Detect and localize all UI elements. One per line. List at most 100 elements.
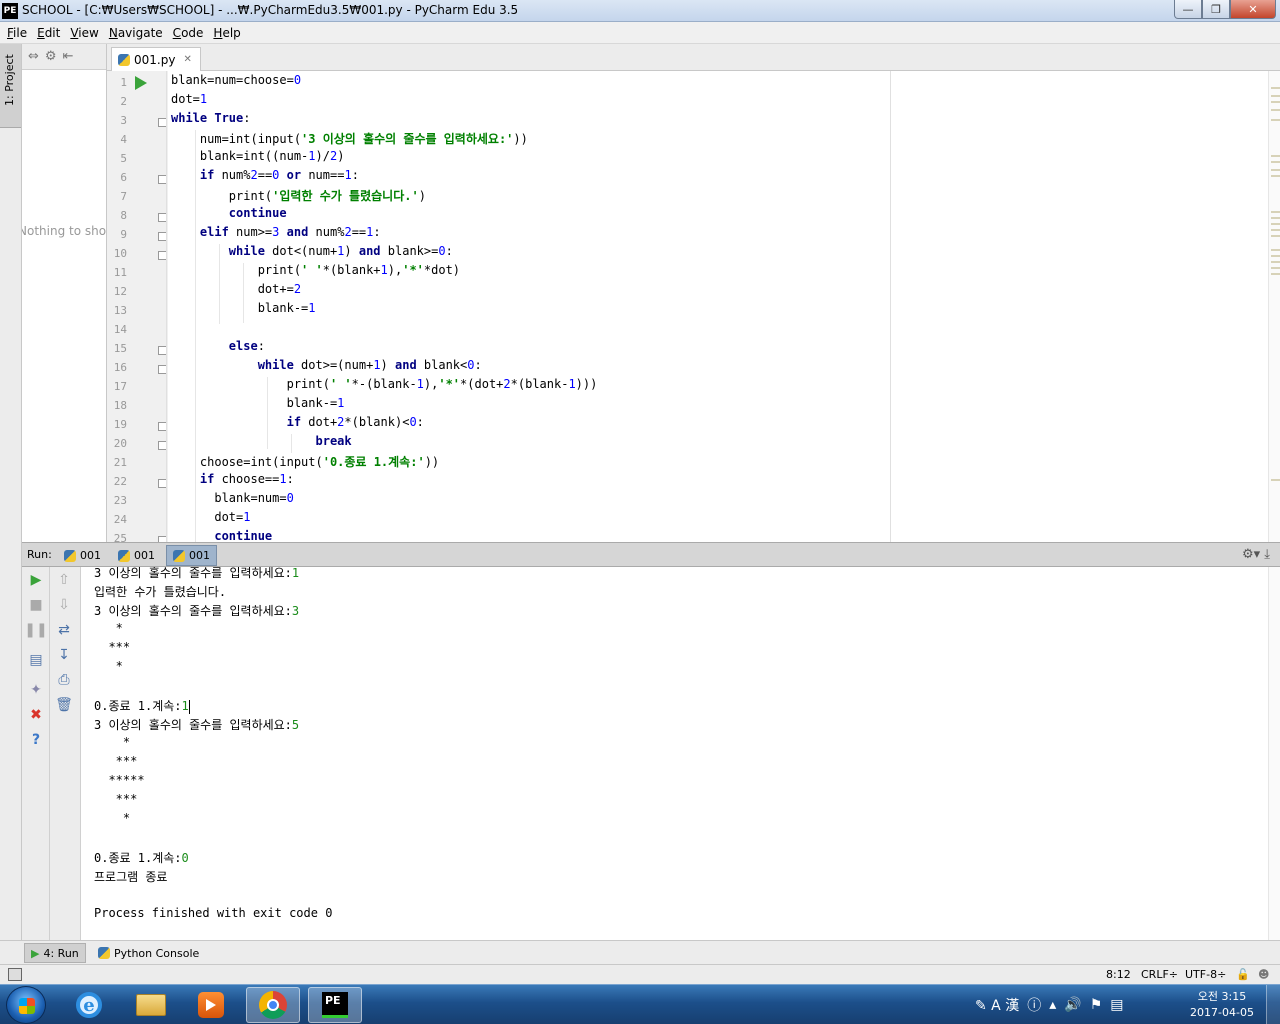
layout-icon[interactable]: ▤ — [27, 651, 45, 669]
gear-icon[interactable]: ⚙ — [45, 49, 57, 64]
menu-help[interactable]: Help — [208, 26, 245, 40]
line-number: 11 — [113, 266, 127, 279]
line-separator[interactable]: CRLF÷ — [1141, 968, 1178, 981]
volume-icon[interactable]: 🔊 — [1064, 997, 1081, 1013]
stripe-mark[interactable] — [1271, 223, 1280, 225]
close-run-icon[interactable]: ✖ — [27, 706, 45, 724]
run-settings-icon[interactable]: ⚙▾ ⤓ — [1242, 547, 1270, 562]
stripe-mark[interactable] — [1271, 479, 1280, 481]
editor-error-stripe[interactable] — [1268, 71, 1280, 542]
stripe-mark[interactable] — [1271, 155, 1280, 157]
stop-icon[interactable]: ■ — [27, 596, 45, 614]
scroll-to-end-icon[interactable]: ↧ — [55, 646, 73, 664]
pycharm-taskbar-button[interactable]: PE — [308, 987, 362, 1023]
code-editor[interactable]: blank=num=choose=0 dot=1 while True: num… — [168, 71, 1268, 542]
run-console-output[interactable]: 3 이상의 홀수의 줄수를 입력하세요:1 입력한 수가 틀렸습니다. 3 이상의 … — [81, 567, 1268, 940]
help-icon[interactable]: ? — [27, 731, 45, 749]
stripe-mark[interactable] — [1271, 95, 1280, 97]
collapse-all-icon[interactable]: ⇔ — [28, 49, 39, 64]
minimize-button[interactable]: — — [1174, 0, 1202, 19]
fold-marker-icon[interactable] — [158, 422, 166, 431]
stripe-mark[interactable] — [1271, 101, 1280, 103]
stripe-mark[interactable] — [1271, 235, 1280, 237]
run-tool-tab[interactable]: ▶ 4: Run — [24, 943, 86, 963]
console-output-text: * — [94, 811, 131, 825]
stripe-mark[interactable] — [1271, 229, 1280, 231]
fold-marker-icon[interactable] — [158, 213, 166, 222]
run-tab-2[interactable]: 001 — [112, 545, 161, 566]
menu-navigate[interactable]: Navigate — [104, 26, 168, 40]
editor-tab-001py[interactable]: 001.py ✕ — [111, 47, 201, 71]
fold-marker-icon[interactable] — [158, 346, 166, 355]
inspector-icon[interactable]: ☻ — [1258, 968, 1269, 981]
stripe-mark[interactable] — [1271, 169, 1280, 171]
down-arrow-icon[interactable]: ⇩ — [55, 596, 73, 614]
menu-file[interactable]: File — [2, 26, 32, 40]
ime-help-icon[interactable]: ⓘ — [1027, 995, 1041, 1015]
up-arrow-icon[interactable]: ⇧ — [55, 571, 73, 589]
fold-marker-icon[interactable] — [158, 479, 166, 488]
stripe-mark[interactable] — [1271, 161, 1280, 163]
stripe-mark[interactable] — [1271, 273, 1280, 275]
close-button[interactable]: ✕ — [1230, 0, 1276, 19]
stripe-mark[interactable] — [1271, 255, 1280, 257]
code-line-21: choose=int(input('0.종료 1.계속:')) — [171, 455, 440, 469]
stripe-mark[interactable] — [1271, 109, 1280, 111]
stripe-mark[interactable] — [1271, 87, 1280, 89]
action-center-icon[interactable]: ⚑ — [1090, 997, 1103, 1013]
python-console-tab[interactable]: Python Console — [92, 943, 205, 963]
line-number: 24 — [113, 513, 127, 526]
menu-code[interactable]: Code — [168, 26, 209, 40]
file-explorer-taskbar-button[interactable] — [124, 987, 178, 1023]
maximize-button[interactable]: ❐ — [1202, 0, 1230, 19]
menu-edit[interactable]: Edit — [32, 26, 65, 40]
clear-all-icon[interactable]: 🗑 — [55, 696, 73, 714]
system-clock[interactable]: 오전 3:15 2017-04-05 — [1186, 989, 1258, 1021]
show-hidden-icons[interactable]: ▴ — [1049, 997, 1056, 1013]
stripe-mark[interactable] — [1271, 267, 1280, 269]
console-output-text: 3 이상의 홀수의 줄수를 입력하세요: — [94, 567, 292, 580]
run-icon: ▶ — [31, 946, 40, 960]
python-icon — [64, 549, 76, 562]
fold-marker-icon[interactable] — [158, 118, 166, 127]
fold-marker-icon[interactable] — [158, 441, 166, 450]
file-encoding[interactable]: UTF-8÷ — [1185, 968, 1226, 981]
pause-icon[interactable]: ❚❚ — [24, 621, 47, 639]
run-tab-1[interactable]: 001 — [58, 545, 107, 566]
run-tab-3[interactable]: 001 — [166, 545, 217, 566]
hide-panel-icon[interactable]: ⇤ — [63, 49, 74, 64]
editor-tab-label: 001.py — [134, 52, 176, 67]
console-output-text: 입력한 수가 틀렸습니다. — [94, 585, 227, 599]
show-desktop-button[interactable] — [1266, 985, 1280, 1024]
close-tab-icon[interactable]: ✕ — [183, 54, 191, 65]
run-gutter-icon[interactable] — [135, 76, 147, 90]
fold-marker-icon[interactable] — [158, 175, 166, 184]
menu-view[interactable]: View — [65, 26, 103, 40]
media-player-taskbar-button[interactable] — [184, 987, 238, 1023]
lock-icon[interactable]: 🔓 — [1236, 968, 1250, 981]
start-button[interactable] — [6, 986, 46, 1024]
rerun-icon[interactable]: ▶ — [27, 571, 45, 589]
stripe-mark[interactable] — [1271, 217, 1280, 219]
stripe-mark[interactable] — [1271, 261, 1280, 263]
left-tool-stripe: 1: Project — [0, 44, 22, 940]
caret-position[interactable]: 8:12 — [1106, 968, 1131, 981]
print-icon[interactable]: ⎙ — [55, 671, 73, 689]
stripe-mark[interactable] — [1271, 211, 1280, 213]
fold-marker-icon[interactable] — [158, 232, 166, 241]
chrome-taskbar-button[interactable] — [246, 987, 300, 1023]
stripe-mark[interactable] — [1271, 119, 1280, 121]
stripe-mark[interactable] — [1271, 175, 1280, 177]
stripe-mark[interactable] — [1271, 249, 1280, 251]
ime-mode-icon[interactable]: ✎ A 漢 — [975, 995, 1019, 1015]
pin-icon[interactable]: ✦ — [27, 681, 45, 699]
soft-wrap-icon[interactable]: ⇄ — [55, 621, 73, 639]
fold-marker-icon[interactable] — [158, 251, 166, 260]
tool-window-toggle-icon[interactable] — [8, 968, 22, 981]
code-line-20: break — [315, 434, 352, 448]
project-tool-tab[interactable]: 1: Project — [0, 44, 21, 128]
console-scrollbar[interactable] — [1268, 567, 1280, 940]
network-icon[interactable]: ▤ — [1110, 997, 1123, 1013]
fold-marker-icon[interactable] — [158, 365, 166, 374]
internet-explorer-taskbar-button[interactable]: e — [62, 987, 116, 1023]
